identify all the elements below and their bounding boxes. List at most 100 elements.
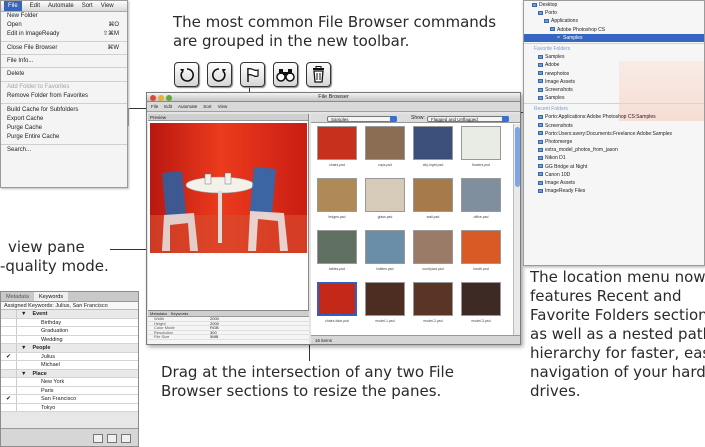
keyword-checkbox[interactable] (1, 327, 17, 335)
keyword-checkbox[interactable] (1, 361, 17, 369)
thumbnail[interactable] (365, 282, 405, 316)
location-item[interactable]: Porto (524, 9, 704, 17)
thumbnail[interactable] (317, 230, 357, 264)
menu-item[interactable]: Purge Entire Cache (1, 133, 127, 142)
trash-icon[interactable] (306, 62, 331, 87)
menu-item[interactable]: Close File Browser ⌘W (1, 44, 127, 53)
thumbnail[interactable] (461, 178, 501, 212)
keyword-row[interactable]: Tokyo (1, 403, 138, 412)
menu-item[interactable]: Export Cache (1, 115, 127, 124)
thumbnail[interactable] (317, 282, 357, 316)
flag-icon[interactable] (240, 62, 265, 87)
menu-edit[interactable]: Edit (30, 1, 40, 11)
location-item[interactable]: Adobe Photoshop CS (524, 26, 704, 34)
rotate-left-icon[interactable] (174, 62, 199, 87)
favorite-folder-item[interactable]: Screenshots (524, 86, 704, 94)
browser-menu-automate[interactable]: Automate (178, 102, 197, 112)
new-keyword-button[interactable] (107, 434, 117, 443)
recent-folder-item[interactable]: Image Assets (524, 179, 704, 187)
menu-item[interactable]: Build Cache for Subfolders (1, 106, 127, 115)
thumbnail[interactable] (461, 126, 501, 160)
tab-metadata[interactable]: Metadata (1, 292, 34, 301)
keyword-checkbox[interactable] (1, 344, 17, 352)
browser-menu-file[interactable]: File (151, 102, 158, 112)
favorite-folder-item[interactable]: Samples (524, 94, 704, 102)
favorite-folder-item[interactable]: newphotos (524, 70, 704, 78)
keyword-checkbox[interactable] (1, 403, 17, 411)
location-item[interactable]: Desktop (524, 1, 704, 9)
menu-file[interactable]: File (4, 1, 22, 11)
thumbnail[interactable] (317, 178, 357, 212)
recent-folder-item[interactable]: Porto:Users:avery:Documents:Freelance:Ad… (524, 130, 704, 138)
keyword-row[interactable]: New York (1, 378, 138, 387)
menu-item[interactable]: Purge Cache (1, 124, 127, 133)
keyword-row[interactable]: Birthday (1, 318, 138, 327)
menu-item[interactable]: Delete (1, 70, 127, 79)
keyword-row[interactable]: ✔ San Francisco (1, 395, 138, 404)
keyword-group[interactable]: ▼ People (1, 344, 138, 353)
favorite-folder-item[interactable]: Image Assets (524, 78, 704, 86)
keyword-checkbox[interactable]: ✔ (1, 352, 17, 360)
meta-tab-keywords[interactable]: Keywords (171, 311, 189, 316)
thumbnail[interactable] (365, 230, 405, 264)
recent-folder-item[interactable]: Nikon D1 (524, 154, 704, 162)
keyword-group[interactable]: ▼ Place (1, 369, 138, 378)
thumbnail[interactable] (365, 178, 405, 212)
menu-view[interactable]: View (101, 1, 114, 11)
thumbnail[interactable] (365, 126, 405, 160)
menu-sort[interactable]: Sort (82, 1, 93, 11)
preview-tab[interactable]: Preview (148, 114, 308, 121)
keyword-row[interactable]: ✔ Julius (1, 352, 138, 361)
new-set-button[interactable] (93, 434, 103, 443)
recent-folder-item[interactable]: GG Bridge at Night (524, 163, 704, 171)
location-item[interactable]: Applications (524, 17, 704, 25)
scroll-knob[interactable] (515, 127, 520, 187)
location-item[interactable]: Samples (524, 33, 704, 42)
keyword-row[interactable]: Graduation (1, 327, 138, 336)
menu-item[interactable]: New Folder (1, 12, 127, 21)
recent-folder-item[interactable]: extra_model_photos_from_jason (524, 146, 704, 154)
thumbnail[interactable] (413, 126, 453, 160)
thumbnail[interactable] (413, 178, 453, 212)
browser-menu-sort[interactable]: Sort (203, 102, 211, 112)
keyword-group[interactable]: ▼ Event (1, 310, 138, 319)
recent-folder-item[interactable]: ImageReady Files (524, 187, 704, 195)
recent-folder-item[interactable]: Canon 10D (524, 171, 704, 179)
keyword-checkbox[interactable] (1, 318, 17, 326)
keyword-checkbox[interactable] (1, 386, 17, 394)
disclosure-triangle-icon[interactable]: ▼ (17, 344, 26, 352)
keyword-row[interactable]: Paris (1, 386, 138, 395)
keyword-checkbox[interactable] (1, 335, 17, 343)
menu-item[interactable]: File Info... (1, 57, 127, 66)
location-popup[interactable]: Samples (327, 115, 397, 122)
menu-item[interactable]: Open ⌘O (1, 21, 127, 30)
binoculars-icon[interactable] (273, 62, 298, 87)
recent-folder-item[interactable]: Porto:Applications:Adobe Photoshop CS:Sa… (524, 113, 704, 121)
keyword-checkbox[interactable]: ✔ (1, 395, 17, 403)
thumbnail[interactable] (317, 126, 357, 160)
menu-item[interactable]: Remove Folder from Favorites (1, 92, 127, 101)
keyword-checkbox[interactable] (1, 378, 17, 386)
recent-folder-item[interactable]: Photomerge (524, 138, 704, 146)
keyword-checkbox[interactable] (1, 310, 17, 318)
thumbnail[interactable] (413, 282, 453, 316)
thumbnail[interactable] (461, 282, 501, 316)
browser-menu-view[interactable]: View (218, 102, 228, 112)
keyword-checkbox[interactable] (1, 369, 17, 377)
tab-keywords[interactable]: Keywords (33, 292, 69, 301)
thumbnail[interactable] (413, 230, 453, 264)
rotate-right-icon[interactable] (207, 62, 232, 87)
delete-keyword-button[interactable] (121, 434, 131, 443)
menu-item[interactable]: Search... (1, 146, 127, 155)
menu-item[interactable]: Edit in ImageReady ⇧⌘M (1, 30, 127, 39)
browser-menu-edit[interactable]: Edit (164, 102, 172, 112)
thumbnail[interactable] (461, 230, 501, 264)
disclosure-triangle-icon[interactable]: ▼ (17, 310, 26, 318)
recent-folder-item[interactable]: Screenshots (524, 122, 704, 130)
favorite-folder-item[interactable]: Samples (524, 53, 704, 61)
keyword-row[interactable]: Michael (1, 361, 138, 370)
menu-automate[interactable]: Automate (48, 1, 74, 11)
keyword-row[interactable]: Wedding (1, 335, 138, 344)
disclosure-triangle-icon[interactable]: ▼ (17, 370, 26, 378)
scrollbar[interactable] (513, 124, 520, 335)
